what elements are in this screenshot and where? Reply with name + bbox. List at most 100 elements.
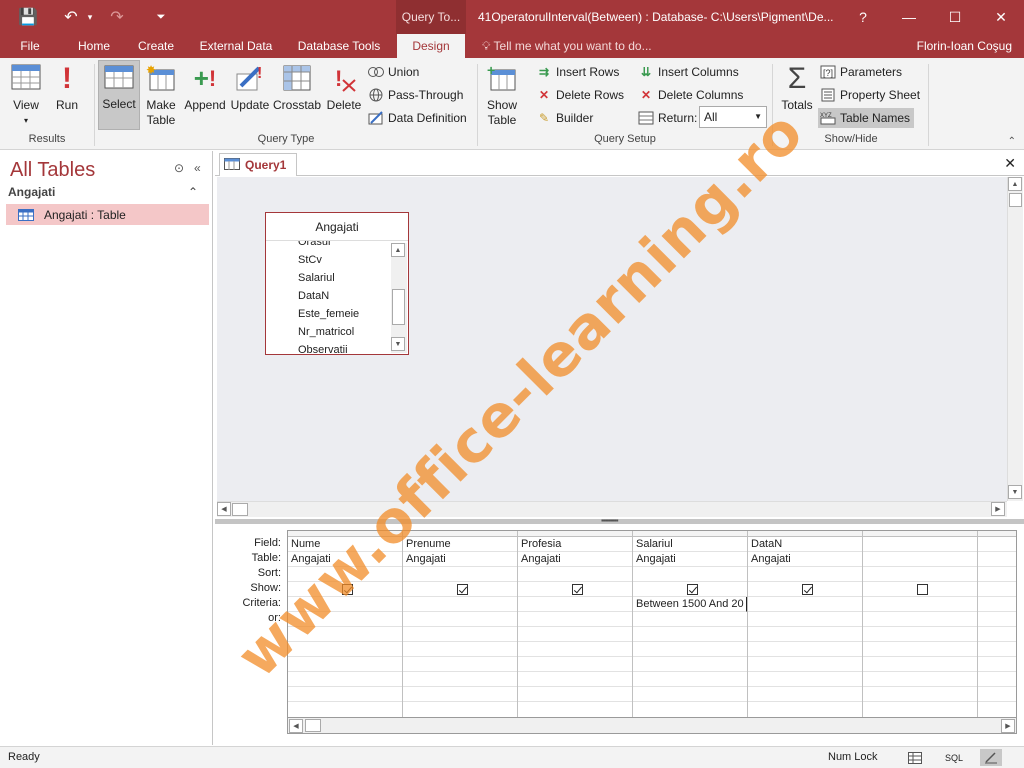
grid-cell-empty[interactable] — [518, 687, 632, 702]
delete-query-button[interactable]: ! Delete — [325, 62, 363, 134]
grid-cell-table[interactable] — [863, 552, 977, 567]
grid-cell-empty[interactable] — [518, 627, 632, 642]
navpane-group-header[interactable]: Angajati ⌃ — [8, 185, 208, 205]
list-item-table[interactable]: Angajati : Table — [6, 204, 209, 225]
delete-columns-button[interactable]: ✕ Delete Columns — [638, 85, 743, 105]
grid-cell-field[interactable]: Profesia — [518, 537, 632, 552]
grid-cell-empty[interactable] — [748, 657, 862, 672]
grid-cell-empty[interactable] — [978, 627, 1016, 642]
sql-view-button[interactable]: SQL — [943, 749, 965, 766]
data-definition-button[interactable]: Data Definition — [368, 108, 467, 128]
grid-cell-or[interactable] — [748, 612, 862, 627]
close-document-button[interactable]: ✕ — [1004, 155, 1016, 172]
grid-cell-empty[interactable] — [403, 672, 517, 687]
help-button[interactable]: ? — [840, 0, 886, 34]
navpane-menu-icon[interactable]: ⊙ — [174, 161, 184, 175]
minimize-button[interactable]: — — [886, 0, 932, 34]
crosstab-button[interactable]: Crosstab — [272, 62, 322, 134]
grid-cell-empty[interactable] — [863, 627, 977, 642]
show-checkbox[interactable] — [802, 584, 813, 595]
insert-columns-button[interactable]: ⇊ Insert Columns — [638, 62, 739, 82]
grid-cell-sort[interactable] — [518, 567, 632, 582]
tab-database-tools[interactable]: Database Tools — [292, 34, 386, 58]
grid-cell-empty[interactable] — [288, 657, 402, 672]
grid-cell-criteria[interactable] — [748, 597, 862, 612]
grid-cell-empty[interactable] — [518, 657, 632, 672]
grid-cell-show[interactable] — [288, 582, 402, 597]
scroll-up-icon[interactable]: ▲ — [1008, 177, 1022, 191]
scroll-down-icon[interactable]: ▼ — [1008, 485, 1022, 499]
show-checkbox[interactable] — [687, 584, 698, 595]
grid-cell-field[interactable]: Salariul — [633, 537, 747, 552]
scroll-left-icon[interactable]: ◀ — [289, 719, 303, 733]
grid-cell-empty[interactable] — [863, 657, 977, 672]
field-list-title[interactable]: Angajati — [266, 213, 408, 241]
grid-cell-empty[interactable] — [978, 642, 1016, 657]
grid-cell-empty[interactable] — [633, 672, 747, 687]
undo-icon[interactable]: ↶ — [58, 0, 84, 34]
grid-cell-empty[interactable] — [863, 672, 977, 687]
grid-cell-criteria[interactable] — [288, 597, 402, 612]
show-checkbox[interactable] — [342, 584, 353, 595]
scroll-down-icon[interactable]: ▼ — [391, 337, 405, 351]
grid-cell-sort[interactable] — [863, 567, 977, 582]
field-list-item[interactable]: StCv — [266, 251, 392, 269]
grid-cell-table[interactable]: Angajati — [403, 552, 517, 567]
grid-cell-empty[interactable] — [288, 627, 402, 642]
scroll-thumb[interactable] — [232, 503, 248, 516]
grid-cell-empty[interactable] — [403, 627, 517, 642]
scroll-up-icon[interactable]: ▲ — [391, 243, 405, 257]
grid-cell-show[interactable] — [748, 582, 862, 597]
field-list-item[interactable]: Orasul — [266, 241, 392, 251]
delete-rows-button[interactable]: ✕ Delete Rows — [536, 85, 624, 105]
scroll-thumb[interactable] — [1009, 193, 1022, 207]
grid-cell-empty[interactable] — [403, 657, 517, 672]
close-window-button[interactable]: ✕ — [978, 0, 1024, 34]
grid-cell-empty[interactable] — [288, 642, 402, 657]
insert-rows-button[interactable]: ⇉ Insert Rows — [536, 62, 619, 82]
update-button[interactable]: ! Update — [230, 62, 270, 134]
grid-cell-empty[interactable] — [748, 627, 862, 642]
grid-cell-empty[interactable] — [518, 642, 632, 657]
grid-cell-empty[interactable] — [863, 642, 977, 657]
grid-cell-empty[interactable] — [748, 672, 862, 687]
grid-cell-show[interactable] — [518, 582, 632, 597]
property-sheet-button[interactable]: Property Sheet — [820, 85, 920, 105]
grid-cell-or[interactable] — [403, 612, 517, 627]
grid-cell-show[interactable] — [863, 582, 977, 597]
grid-cell-field[interactable] — [863, 537, 977, 552]
grid-cell-criteria[interactable] — [518, 597, 632, 612]
grid-cell-empty[interactable] — [978, 687, 1016, 702]
grid-cell-empty[interactable] — [978, 657, 1016, 672]
grid-cell-field[interactable]: Nume — [288, 537, 402, 552]
run-button[interactable]: ! Run — [50, 62, 84, 134]
grid-hscrollbar[interactable]: ◀ ▶ — [287, 718, 1017, 734]
grid-cell-table[interactable]: Angajati — [748, 552, 862, 567]
scroll-thumb[interactable] — [305, 719, 321, 732]
grid-cell-sort[interactable] — [978, 567, 1016, 582]
grid-cell-sort[interactable] — [288, 567, 402, 582]
grid-cell-table[interactable]: Angajati — [518, 552, 632, 567]
maximize-button[interactable]: ☐ — [932, 0, 978, 34]
select-query-button[interactable]: Select — [98, 60, 140, 130]
totals-button[interactable]: Σ Totals — [778, 62, 816, 134]
grid-cell-empty[interactable] — [518, 672, 632, 687]
field-list-item[interactable]: Observatii — [266, 341, 392, 355]
table-pane[interactable]: Angajati Orasul StCv Salariul DataN Este… — [217, 177, 1007, 501]
grid-cell-empty[interactable] — [748, 642, 862, 657]
grid-cell-empty[interactable] — [748, 687, 862, 702]
tab-home[interactable]: Home — [70, 34, 118, 58]
tab-file[interactable]: File — [10, 34, 50, 58]
field-list-item[interactable]: Nr_matricol — [266, 323, 392, 341]
grid-cell-table[interactable]: Angajati — [633, 552, 747, 567]
grid-cell-field[interactable]: Prenume — [403, 537, 517, 552]
grid-cell-table[interactable]: Angajati — [288, 552, 402, 567]
collapse-ribbon-icon[interactable]: ⌃ — [1008, 136, 1016, 147]
design-view-icon[interactable] — [980, 749, 1002, 766]
scroll-right-icon[interactable]: ▶ — [991, 502, 1005, 516]
grid-cell-field[interactable]: DataN — [748, 537, 862, 552]
tab-query1[interactable]: Query1 — [219, 153, 297, 176]
grid-cell-criteria[interactable] — [403, 597, 517, 612]
grid-cell-field[interactable] — [978, 537, 1016, 552]
scroll-left-icon[interactable]: ◀ — [217, 502, 231, 516]
